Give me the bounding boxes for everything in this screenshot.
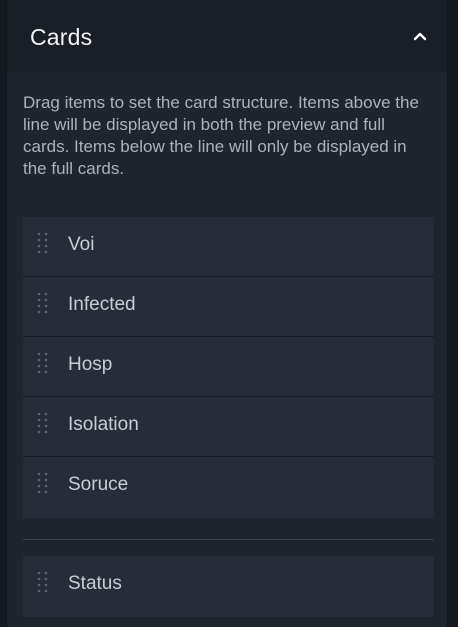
drag-handle-icon[interactable]	[36, 412, 52, 440]
drag-handle-icon[interactable]	[36, 292, 52, 320]
preview-items-list: Voi Infected Hosp Isolation Soruce	[23, 217, 434, 518]
drag-handle-icon[interactable]	[36, 472, 52, 500]
card-item-soruce[interactable]: Soruce	[23, 457, 434, 518]
card-item-label: Isolation	[68, 414, 139, 435]
cards-panel: Cards Drag items to set the card structu…	[6, 0, 448, 627]
card-item-infected[interactable]: Infected	[23, 277, 434, 337]
card-item-label: Voi	[68, 234, 95, 255]
card-item-label: Infected	[68, 294, 136, 315]
card-item-voi[interactable]: Voi	[23, 217, 434, 277]
drag-handle-icon[interactable]	[36, 571, 52, 599]
drag-handle-icon[interactable]	[36, 232, 52, 260]
card-structure-description: Drag items to set the card structure. It…	[23, 93, 419, 178]
card-item-label: Hosp	[68, 354, 113, 375]
card-item-hosp[interactable]: Hosp	[23, 337, 434, 397]
drag-handle-icon[interactable]	[36, 352, 52, 380]
section-title: Cards	[30, 24, 93, 50]
cards-section-header[interactable]: Cards	[7, 0, 447, 72]
card-item-isolation[interactable]: Isolation	[23, 397, 434, 457]
preview-full-divider-line	[23, 539, 434, 540]
chevron-up-icon[interactable]	[409, 28, 431, 46]
card-item-status[interactable]: Status	[23, 556, 434, 617]
card-item-label: Soruce	[68, 474, 129, 495]
full-only-items-list: Status	[23, 556, 434, 617]
card-item-label: Status	[68, 573, 122, 594]
